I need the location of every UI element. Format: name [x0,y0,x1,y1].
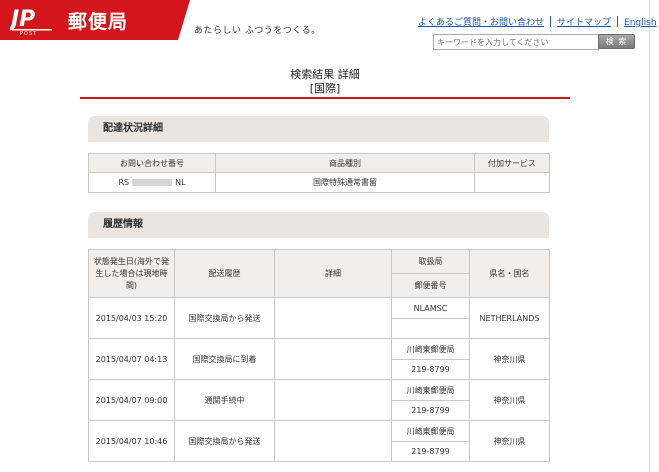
detail-cell [274,338,392,380]
link-divider [550,16,552,27]
table-row: 2015/04/07 09:00 通関手続中 川崎東郵便局 神奈川県 [88,379,550,421]
product-type-cell: 国際特殊通常書留 [215,172,475,193]
top-links: よくあるご質問・お問い合わせ サイトマップ English [418,15,657,28]
column-header-additional-service: 付加サービス [474,153,550,173]
search-input[interactable] [433,34,599,50]
status-cell: 通関手続中 [174,379,275,421]
date-cell: 2015/04/07 09:00 [88,379,175,421]
detail-cell [274,297,392,339]
table-row: 2015/04/07 04:13 国際交換局に到着 川崎東郵便局 神奈川県 [88,338,550,380]
date-cell: 2015/04/07 10:46 [88,420,175,462]
column-header-inquiry-number: お問い合わせ番号 [88,153,216,173]
office-cell: 川崎東郵便局 [391,379,470,401]
postal-code-cell: 219-8799 [391,359,470,380]
search-button[interactable]: 検 索 [598,34,635,49]
table-row: RS NL 国際特殊通常書留 [88,172,550,193]
detail-cell [274,420,392,462]
page-subtitle: [国際] [309,82,341,95]
history-heading: 履歴情報 [88,212,549,238]
column-header-region: 県名・国名 [469,249,550,298]
inquiry-prefix: RS [118,178,130,187]
japan-post-logo[interactable]: JP POST 郵便局 [0,0,190,40]
faq-link[interactable]: よくあるご質問・お問い合わせ [418,18,544,28]
additional-service-cell [474,172,550,193]
column-header-postal-code: 郵便番号 [391,273,470,298]
column-header-date: 状態発生日(海外で発生した場合は現地時間) [88,249,175,298]
history-table: 状態発生日(海外で発生した場合は現地時間) 配送履歴 詳細 取扱局 県名・国名 … [88,249,550,462]
sitemap-link[interactable]: サイトマップ [557,18,611,28]
delivery-status-heading: 配達状況詳細 [88,116,549,142]
region-cell: 神奈川県 [469,338,550,380]
svg-text:JP: JP [10,7,35,32]
column-header-office: 取扱局 [391,249,470,274]
office-cell: 川崎東郵便局 [391,338,470,360]
jp-post-logo-icon: JP POST [10,7,52,36]
masked-number [132,179,173,186]
date-cell: 2015/04/07 04:13 [88,338,175,380]
status-cell: 国際交換局から発送 [174,420,275,462]
delivery-status-table: お問い合わせ番号 商品種別 付加サービス RS NL 国際特殊通常書留 [88,153,550,193]
svg-text:POST: POST [20,31,37,36]
logo-text: 郵便局 [68,11,129,33]
region-cell: 神奈川県 [469,379,550,421]
table-row: 2015/04/03 15:20 国際交換局から発送 NLAMSC NETHER… [88,297,550,339]
date-cell: 2015/04/03 15:20 [88,297,175,339]
postal-code-cell: 219-8799 [391,400,470,421]
postal-code-cell: 219-8799 [391,441,470,462]
region-cell: NETHERLANDS [469,297,550,339]
table-row: 2015/04/07 10:46 国際交換局から発送 川崎東郵便局 神奈川県 [88,420,550,462]
inquiry-suffix: NL [175,178,186,187]
office-cell: 川崎東郵便局 [391,420,470,442]
column-header-product-type: 商品種別 [215,153,475,173]
office-cell: NLAMSC [391,297,470,319]
column-header-status: 配送履歴 [174,249,275,298]
postal-code-cell [391,318,470,339]
detail-cell [274,379,392,421]
title-divider [80,97,570,99]
tagline: あたらしい ふつうをつくる。 [194,26,321,36]
status-cell: 国際交換局に到着 [174,338,275,380]
region-cell: 神奈川県 [469,420,550,462]
english-link[interactable]: English [624,18,657,28]
site-header: JP POST 郵便局 あたらしい ふつうをつくる。 よくあるご質問・お問い合わ… [0,0,657,58]
status-cell: 国際交換局から発送 [174,297,275,339]
link-divider [617,16,619,27]
column-header-detail: 詳細 [274,249,392,298]
inquiry-number-cell: RS NL [88,172,216,193]
